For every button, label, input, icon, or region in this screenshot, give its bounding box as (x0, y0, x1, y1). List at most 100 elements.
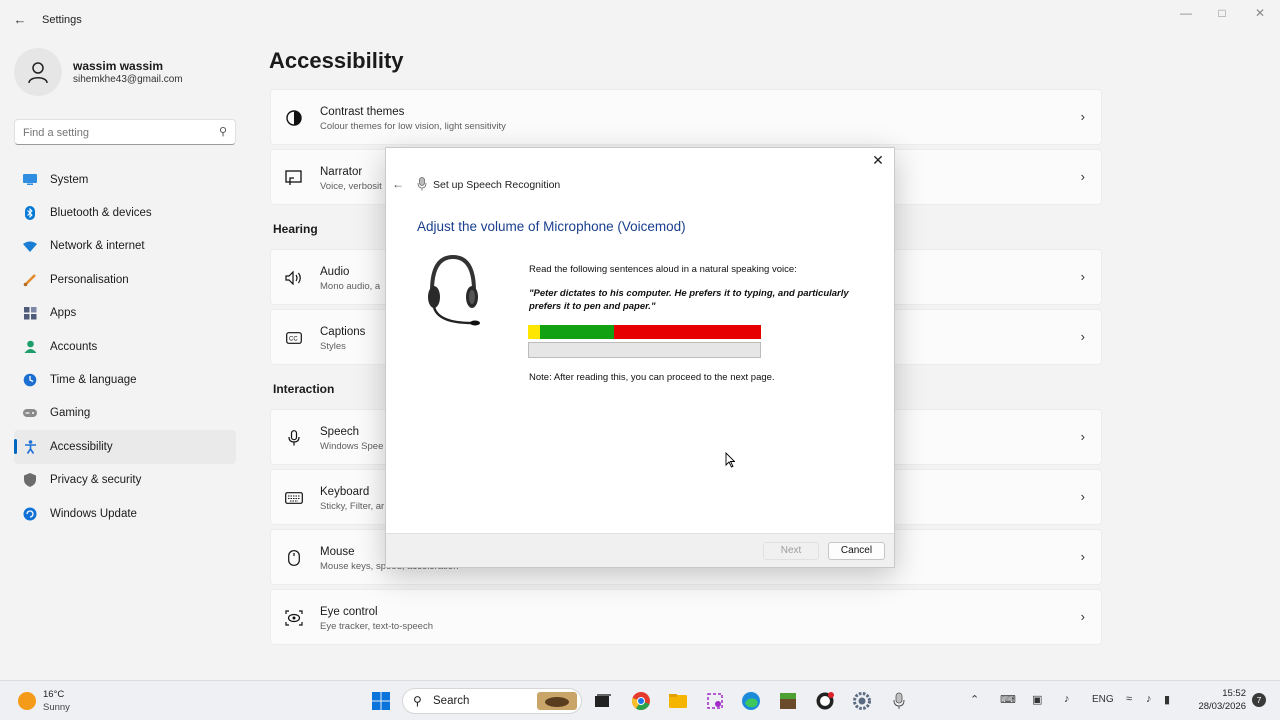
clock-time[interactable]: 15:52 (1210, 688, 1246, 699)
clock-date[interactable]: 28/03/2026 (1190, 701, 1246, 712)
contrast-icon (285, 109, 303, 127)
mouse-cursor-icon (725, 452, 735, 468)
sidebar-item-apps[interactable]: Apps (14, 297, 236, 330)
obs-icon[interactable] (814, 690, 836, 712)
file-explorer-icon[interactable] (667, 690, 689, 712)
level-yellow (528, 325, 540, 339)
brush-icon (23, 273, 37, 287)
headset-icon (428, 254, 480, 326)
speech-recognition-icon[interactable] (888, 690, 910, 712)
chevron-right-icon: › (1080, 489, 1085, 504)
volume-level-meter (528, 325, 761, 339)
sidebar-item-accessibility[interactable]: Accessibility (14, 430, 236, 464)
microphone-tray-icon[interactable]: ♪ (1064, 693, 1070, 705)
speech-recognition-dialog: ✕ ← Set up Speech Recognition Adjust the… (385, 147, 895, 568)
sidebar-item-accounts[interactable]: Accounts (14, 330, 236, 363)
card-title: Mouse (320, 546, 355, 558)
cancel-button[interactable]: Cancel (828, 542, 885, 560)
card-eye-control[interactable]: Eye control Eye tracker, text-to-speech … (270, 589, 1102, 645)
sidebar-item-bluetooth[interactable]: Bluetooth & devices (14, 196, 236, 229)
card-title: Eye control (320, 606, 378, 618)
search-highlight-icon (537, 692, 577, 710)
captions-icon: CC (285, 329, 303, 347)
maximize-icon[interactable]: □ (1212, 6, 1232, 20)
sidebar-item-personalisation[interactable]: Personalisation (14, 263, 236, 296)
volume-tray-icon[interactable]: ♪ (1146, 693, 1152, 705)
weather-condition[interactable]: Sunny (43, 702, 70, 713)
keyboard-tray-icon[interactable]: ⌨ (1000, 693, 1016, 706)
close-icon[interactable]: ✕ (1250, 6, 1270, 20)
card-subtitle: Eye tracker, text-to-speech (320, 621, 433, 632)
taskbar-search[interactable]: ⚲ Search (402, 688, 582, 714)
taskbar-search-label: Search (433, 695, 470, 707)
sidebar-item-label: Privacy & security (50, 474, 142, 487)
back-arrow-icon[interactable]: ← (12, 12, 28, 28)
user-name: wassim wassim (73, 59, 164, 73)
reading-progress-bar (528, 342, 761, 358)
next-button[interactable]: Next (763, 542, 819, 560)
card-subtitle: Voice, verbosit (320, 181, 382, 192)
edge-icon[interactable] (740, 690, 762, 712)
snipping-tool-icon[interactable] (704, 690, 726, 712)
chevron-right-icon: › (1080, 109, 1085, 124)
mouse-icon (285, 549, 303, 567)
chrome-icon[interactable] (630, 690, 652, 712)
microphone-icon (285, 429, 303, 447)
notification-count-badge[interactable]: 7 (1252, 693, 1266, 707)
keyboard-icon (285, 489, 303, 507)
battery-tray-icon[interactable]: ▮ (1164, 693, 1170, 706)
apps-icon (23, 306, 37, 320)
bluetooth-icon (23, 206, 37, 221)
eye-control-icon (285, 609, 303, 627)
card-title: Audio (320, 266, 350, 278)
card-title: Keyboard (320, 486, 370, 498)
card-subtitle: Styles (320, 341, 346, 352)
search-icon[interactable]: ⚲ (219, 125, 227, 138)
dialog-close-icon[interactable]: ✕ (870, 152, 886, 169)
show-hidden-icons-chevron-up-icon[interactable]: ⌃ (970, 693, 979, 706)
weather-temperature[interactable]: 16°C (43, 689, 64, 700)
sidebar-item-label: Time & language (50, 374, 137, 387)
sidebar-item-privacy[interactable]: Privacy & security (14, 464, 236, 497)
settings-gear-icon[interactable] (851, 690, 873, 712)
chevron-right-icon: › (1080, 269, 1085, 284)
accounts-icon (23, 340, 37, 354)
search-icon: ⚲ (413, 694, 422, 708)
sidebar-item-label: Bluetooth & devices (50, 207, 152, 220)
shield-icon (23, 473, 37, 488)
sidebar-item-network[interactable]: Network & internet (14, 230, 236, 263)
minecraft-icon[interactable] (777, 690, 799, 712)
dialog-instruction: Read the following sentences aloud in a … (529, 264, 797, 275)
sidebar-item-gaming[interactable]: Gaming (14, 397, 236, 430)
minimize-icon[interactable]: — (1176, 6, 1196, 20)
wifi-tray-icon[interactable]: ≈ (1126, 693, 1132, 705)
task-view-icon[interactable] (592, 690, 614, 712)
card-contrast-themes[interactable]: Contrast themes Colour themes for low vi… (270, 89, 1102, 145)
system-icon (23, 173, 37, 187)
dialog-title: Set up Speech Recognition (433, 179, 561, 191)
chevron-right-icon: › (1080, 609, 1085, 624)
search-input[interactable] (23, 124, 213, 141)
dialog-back-arrow-icon[interactable]: ← (392, 177, 404, 191)
card-subtitle: Sticky, Filter, ar (320, 501, 385, 512)
start-icon[interactable] (370, 690, 392, 712)
language-indicator[interactable]: ENG (1092, 694, 1114, 705)
section-heading-hearing: Hearing (273, 222, 318, 236)
title-bar: ← Settings — □ ✕ (0, 0, 1280, 40)
weather-sun-icon[interactable] (18, 692, 36, 710)
sidebar-item-time-language[interactable]: Time & language (14, 363, 236, 396)
tablet-tray-icon[interactable]: ▣ (1032, 693, 1042, 706)
chevron-right-icon: › (1080, 329, 1085, 344)
sidebar-item-label: Apps (50, 307, 77, 320)
search-box[interactable]: ⚲ (14, 119, 236, 145)
sidebar-item-system[interactable]: System (14, 163, 236, 196)
avatar (14, 48, 62, 96)
card-subtitle: Colour themes for low vision, light sens… (320, 121, 506, 132)
card-title: Contrast themes (320, 106, 405, 118)
sidebar-item-label: Windows Update (50, 507, 137, 520)
dialog-footer: Next Cancel (386, 533, 894, 567)
time-language-icon (23, 373, 37, 387)
sidebar-item-label: System (50, 173, 89, 186)
accessibility-icon (23, 440, 37, 454)
sidebar-item-windows-update[interactable]: Windows Update (14, 497, 236, 530)
